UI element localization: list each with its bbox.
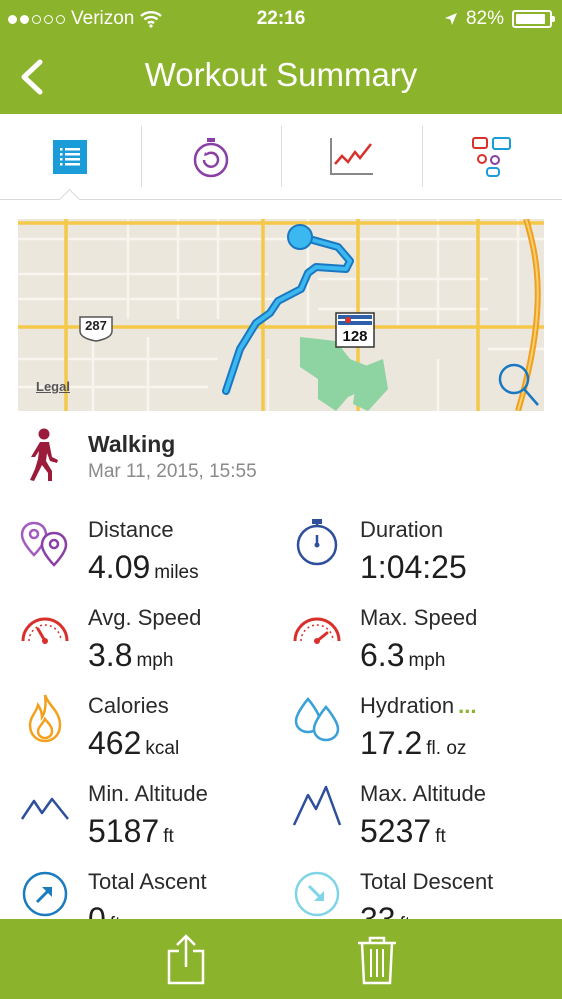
stat-number: 3.8 [88,637,133,673]
stat-value: 3.8 mph [88,637,173,674]
stat-label: Calories [88,693,169,718]
stat-avg-speed: Avg. Speed 3.8 mph [0,593,270,677]
stat-label: Avg. Speed [88,605,202,630]
stat-total-descent: Total Descent 33ft [272,857,542,920]
mountain-low-icon [20,797,69,820]
stat-label: Hydration... [360,693,477,719]
stopwatch-icon [193,137,228,177]
bottom-toolbar [0,919,562,999]
stat-unit: mph [136,650,174,671]
activity-date: Mar 11, 2015, 15:55 [88,461,257,482]
walking-person-icon [30,428,58,481]
stat-max-altitude: Max. Altitude 5237 ft [272,769,542,853]
stat-value: 17.2 fl. oz [360,725,466,762]
stat-number: 5187 [88,813,160,849]
stat-value: 4.09 miles [88,549,199,586]
water-drops-icon [294,697,340,742]
stat-value: 5187 ft [88,813,174,850]
stat-unit: mph [408,650,446,671]
activity-type: Walking [88,431,176,457]
stat-unit: fl. oz [426,738,467,759]
stat-calories: Calories 462 kcal [0,681,270,765]
page-title: Workout Summary [144,56,418,93]
stat-unit: kcal [145,738,180,759]
battery-icon [512,10,555,28]
activity-header: Walking Mar 11, 2015, 15:55 [18,427,544,493]
stat-label: Total Ascent [88,869,207,894]
location-arrow-icon [444,13,457,25]
stat-min-altitude: Min. Altitude 5187 ft [0,769,270,853]
community-icon [471,136,511,177]
stat-label: Total Descent [360,869,494,894]
stat-number: 6.3 [360,637,405,673]
stat-total-ascent: Total Ascent 0ft [0,857,270,920]
tab-community[interactable] [421,114,562,199]
chart-icon [330,137,374,175]
stat-label: Duration [360,517,444,542]
tab-charts[interactable] [281,114,422,199]
stat-number: 462 [88,725,142,761]
summary-list-icon [53,139,88,174]
stat-number: 4.09 [88,549,151,585]
status-bar: Verizon 22:16 82% [0,0,562,40]
route-map[interactable]: 287 128 Legal [18,219,544,411]
hydration-more[interactable]: ... [458,693,476,718]
stat-label: Distance [88,517,174,542]
navigation-bar: Workout Summary [0,40,562,114]
share-icon[interactable] [161,933,211,987]
stat-label: Max. Speed [360,605,478,630]
stat-unit: ft [435,826,446,847]
stat-hydration[interactable]: Hydration... 17.2 fl. oz [272,681,542,765]
stats-grid: Distance 4.09 miles Duration 1:04:25 Avg.… [0,505,562,920]
ascent-arrow-icon [22,871,68,917]
map-zoom-icon[interactable] [496,363,540,407]
stat-value: 462 kcal [88,725,179,762]
map-legal-link[interactable]: Legal [36,379,70,394]
tab-laps[interactable] [140,114,282,199]
stat-number: 5237 [360,813,432,849]
stat-label: Min. Altitude [88,781,208,806]
stat-distance: Distance 4.09 miles [0,505,270,589]
stat-value: 5237 ft [360,813,446,850]
stat-duration: Duration 1:04:25 [272,505,542,589]
mountain-high-icon [292,785,342,826]
stat-unit: ft [163,826,174,847]
tab-summary[interactable] [0,114,141,199]
stat-value: 33ft [360,901,410,920]
stat-number: 17.2 [360,725,423,761]
stat-value: 1:04:25 [360,549,467,585]
descent-arrow-icon [294,871,340,917]
stat-label: Max. Altitude [360,781,486,806]
trash-icon[interactable] [352,933,402,987]
speedometer-icon [21,617,69,644]
stat-value: 6.3 mph [360,637,445,674]
battery-percent: 82% [465,8,504,29]
stat-number: 33 [360,901,396,920]
highway-shield-128: 128 [342,328,368,345]
highway-shield-287: 287 [85,318,107,333]
stat-label-text: Hydration [360,693,455,718]
stat-value: 0ft [88,901,120,920]
stat-unit: miles [154,562,199,583]
stopwatch-icon [296,519,338,566]
stat-max-speed: Max. Speed 6.3 mph [272,593,542,677]
tab-bar [0,114,562,200]
map-canvas [18,219,544,411]
speedometer-max-icon [293,617,341,644]
distance-pins-icon [20,521,68,567]
stat-number: 0 [88,901,106,920]
status-right: 82% [444,8,555,30]
flame-icon [28,694,62,743]
